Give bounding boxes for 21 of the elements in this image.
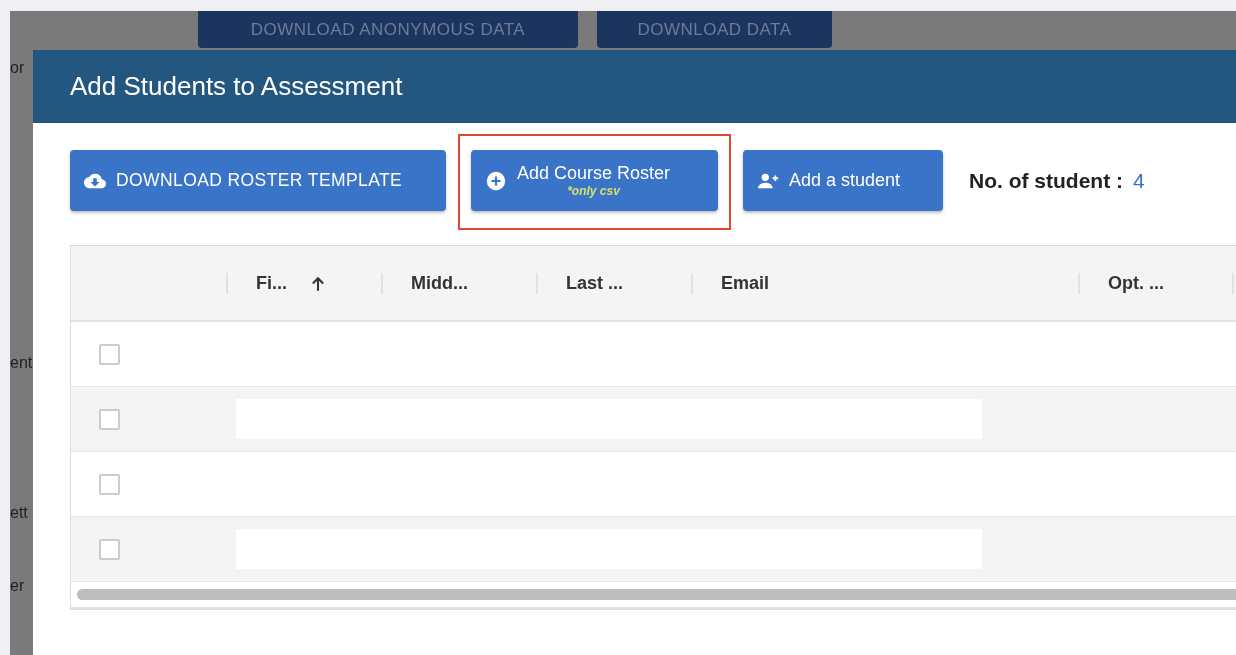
background-text: er [10,577,25,595]
column-header[interactable]: Fi... [256,273,287,294]
student-count: 4 [1133,168,1145,193]
column-header[interactable]: Last ... [566,273,623,294]
column-header[interactable]: Email [721,273,770,294]
column-header[interactable]: Opt. ... [1108,273,1164,294]
scrollbar-thumb[interactable] [77,589,1236,600]
background-text: ett [10,504,28,522]
column-header[interactable]: Midd... [411,273,468,294]
action-button[interactable]: DOWNLOAD ROSTER TEMPLATE [70,150,446,211]
background-text: or [10,59,25,77]
action-button[interactable]: Add a student [743,150,943,211]
student-count-label: No. of student : [969,168,1123,193]
plus-circle-icon [485,169,507,192]
row-checkbox[interactable] [99,473,120,495]
dialog-title: Add Students to Assessment [70,71,403,102]
background-text: ent [10,354,33,372]
row-checkbox[interactable] [99,343,120,365]
action-button[interactable]: Add Course Roster *only csv [471,150,718,211]
row-checkbox[interactable] [99,408,120,430]
row-checkbox[interactable] [99,538,120,560]
